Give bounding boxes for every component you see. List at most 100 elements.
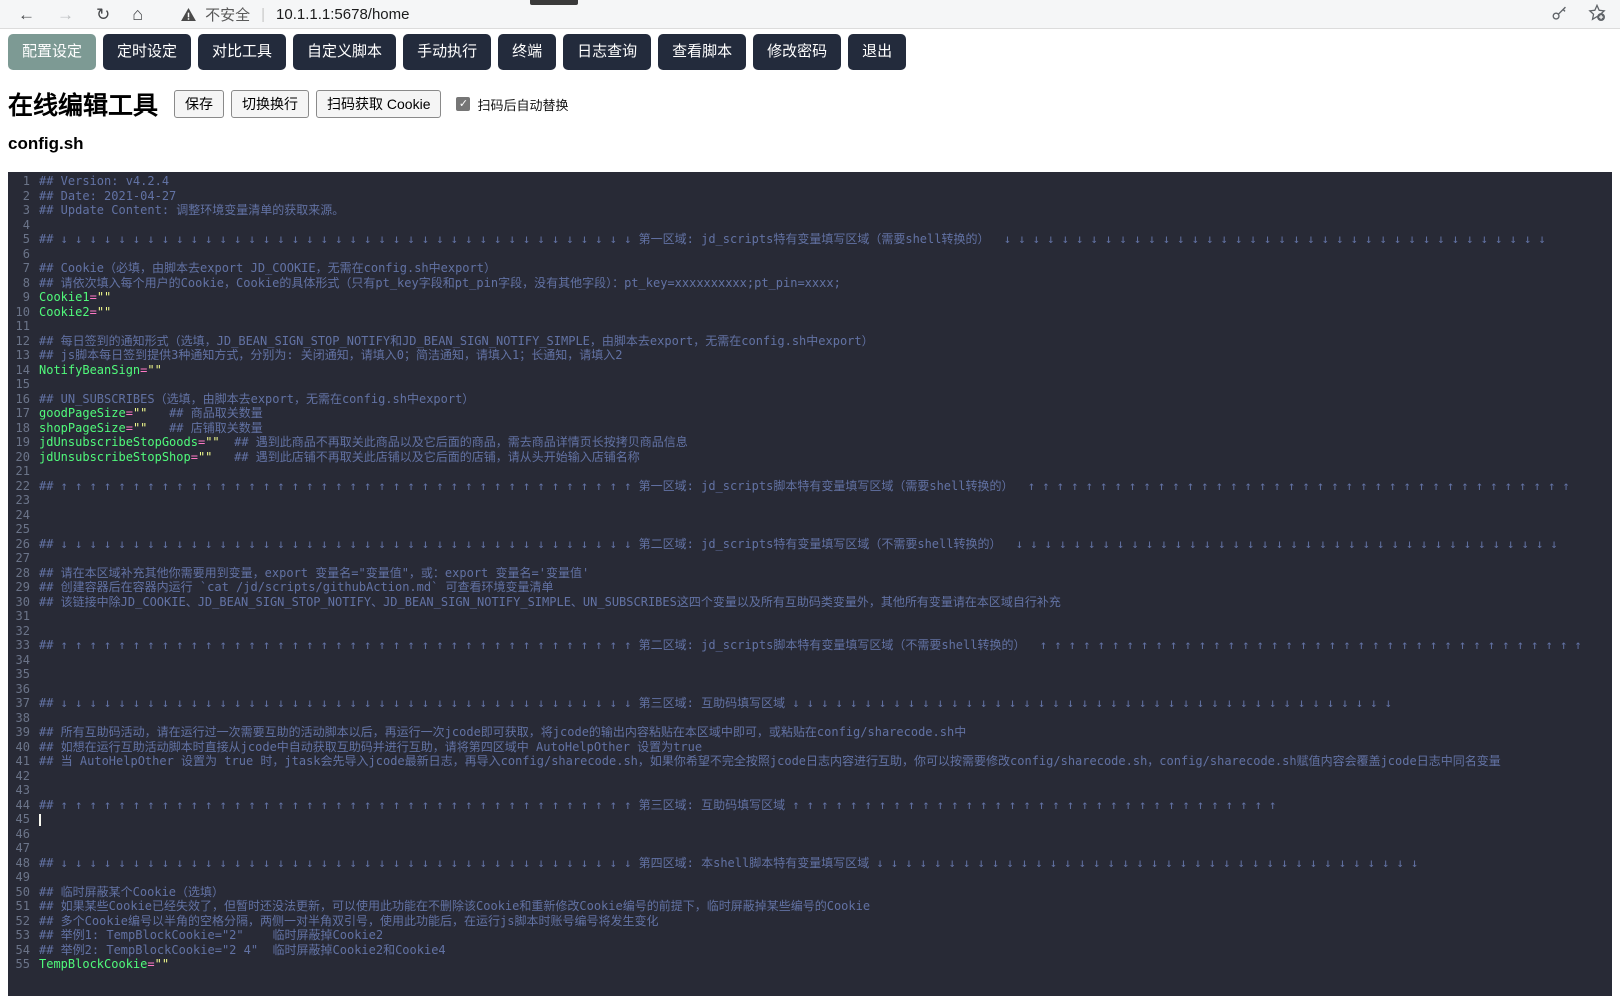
auto-replace-label: 扫码后自动替换 [477,95,568,114]
code-line[interactable]: 10Cookie2="" [8,305,1612,320]
code-line[interactable]: 31 [8,609,1612,624]
code-line[interactable]: 53## 举例1: TempBlockCookie="2" 临时屏蔽掉Cooki… [8,928,1612,943]
back-icon[interactable]: ← [18,6,35,23]
code-line[interactable]: 25 [8,522,1612,537]
browser-tab-remnant[interactable] [530,0,578,5]
code-line[interactable]: 54## 举例2: TempBlockCookie="2 4" 临时屏蔽掉Coo… [8,943,1612,958]
code-line[interactable]: 15 [8,377,1612,392]
code-line[interactable]: 26## ↓ ↓ ↓ ↓ ↓ ↓ ↓ ↓ ↓ ↓ ↓ ↓ ↓ ↓ ↓ ↓ ↓ ↓… [8,537,1612,552]
code-text: ## 该链接中除JD_COOKIE、JD_BEAN_SIGN_STOP_NOTI… [39,595,1061,610]
code-line[interactable]: 50## 临时屏蔽某个Cookie（选填） [8,885,1612,900]
line-number: 46 [8,827,39,842]
code-line[interactable]: 47 [8,841,1612,856]
code-line[interactable]: 19jdUnsubscribeStopGoods="" ## 遇到此商品不再取关… [8,435,1612,450]
address-divider: | [261,6,265,23]
line-number: 52 [8,914,39,929]
code-text: ## 当 AutoHelpOther 设置为 true 时，jtask会先导入j… [39,754,1501,769]
code-line[interactable]: 6 [8,247,1612,262]
code-line[interactable]: 43 [8,783,1612,798]
code-line[interactable]: 9Cookie1="" [8,290,1612,305]
code-line[interactable]: 11 [8,319,1612,334]
address-bar[interactable]: 不安全 | 10.1.1.1:5678/home [181,4,409,25]
nav-button-6[interactable]: 终端 [498,34,556,70]
code-line[interactable]: 40## 如想在运行互助活动脚本时直接从jcode中自动获取互助码并进行互助，请… [8,740,1612,755]
code-line[interactable]: 17goodPageSize="" ## 商品取关数量 [8,406,1612,421]
code-line[interactable]: 55TempBlockCookie="" [8,957,1612,972]
nav-button-9[interactable]: 修改密码 [753,34,841,70]
code-line[interactable]: 49 [8,870,1612,885]
code-line[interactable]: 34 [8,653,1612,668]
nav-button-4[interactable]: 自定义脚本 [293,34,396,70]
code-line[interactable]: 18shopPageSize="" ## 店铺取关数量 [8,421,1612,436]
code-line[interactable]: 35 [8,667,1612,682]
code-line[interactable]: 44## ↑ ↑ ↑ ↑ ↑ ↑ ↑ ↑ ↑ ↑ ↑ ↑ ↑ ↑ ↑ ↑ ↑ ↑… [8,798,1612,813]
code-line[interactable]: 4 [8,218,1612,233]
line-number: 29 [8,580,39,595]
code-line[interactable]: 37## ↓ ↓ ↓ ↓ ↓ ↓ ↓ ↓ ↓ ↓ ↓ ↓ ↓ ↓ ↓ ↓ ↓ ↓… [8,696,1612,711]
line-number: 51 [8,899,39,914]
warning-icon[interactable] [181,8,196,21]
favorites-add-icon[interactable] [1588,4,1606,22]
line-number: 47 [8,841,39,856]
nav-button-5[interactable]: 手动执行 [403,34,491,70]
code-line[interactable]: 29## 创建容器后在容器内运行 `cat /jd/scripts/github… [8,580,1612,595]
code-line[interactable]: 32 [8,624,1612,639]
code-line[interactable]: 24 [8,508,1612,523]
code-line[interactable]: 1## Version: v4.2.4 [8,174,1612,189]
line-number: 42 [8,769,39,784]
code-line[interactable]: 46 [8,827,1612,842]
line-number: 11 [8,319,39,334]
code-line[interactable]: 39## 所有互助码活动，请在运行过一次需要互助的活动脚本以后，再运行一次jco… [8,725,1612,740]
line-number: 32 [8,624,39,639]
home-icon[interactable]: ⌂ [132,5,143,23]
line-number: 3 [8,203,39,218]
password-key-icon[interactable] [1551,5,1568,22]
code-text: ## Update Content: 调整环境变量清单的获取来源。 [39,203,344,218]
code-text: ## UN_SUBSCRIBES（选填，由脚本去export，无需在config… [39,392,474,407]
nav-button-7[interactable]: 日志查询 [563,34,651,70]
code-line[interactable]: 16## UN_SUBSCRIBES（选填，由脚本去export，无需在conf… [8,392,1612,407]
code-line[interactable]: 45 [8,812,1612,827]
code-line[interactable]: 8## 请依次填入每个用户的Cookie，Cookie的具体形式（只有pt_ke… [8,276,1612,291]
code-text: ## 所有互助码活动，请在运行过一次需要互助的活动脚本以后，再运行一次jcode… [39,725,966,740]
code-line[interactable]: 22## ↑ ↑ ↑ ↑ ↑ ↑ ↑ ↑ ↑ ↑ ↑ ↑ ↑ ↑ ↑ ↑ ↑ ↑… [8,479,1612,494]
auto-replace-checkbox[interactable]: ✓ [456,97,470,111]
code-line[interactable]: 30## 该链接中除JD_COOKIE、JD_BEAN_SIGN_STOP_NO… [8,595,1612,610]
code-line[interactable]: 13## js脚本每日签到提供3种通知方式，分别为: 关闭通知，请填入0；简洁通… [8,348,1612,363]
code-line[interactable]: 7## Cookie（必填，由脚本去export JD_COOKIE，无需在co… [8,261,1612,276]
code-line[interactable]: 41## 当 AutoHelpOther 设置为 true 时，jtask会先导… [8,754,1612,769]
code-editor[interactable]: 1## Version: v4.2.42## Date: 2021-04-273… [8,172,1612,996]
code-line[interactable]: 5## ↓ ↓ ↓ ↓ ↓ ↓ ↓ ↓ ↓ ↓ ↓ ↓ ↓ ↓ ↓ ↓ ↓ ↓ … [8,232,1612,247]
code-line[interactable]: 33## ↑ ↑ ↑ ↑ ↑ ↑ ↑ ↑ ↑ ↑ ↑ ↑ ↑ ↑ ↑ ↑ ↑ ↑… [8,638,1612,653]
scan-cookie-button[interactable]: 扫码获取 Cookie [316,90,441,118]
code-line[interactable]: 27 [8,551,1612,566]
code-line[interactable]: 36 [8,682,1612,697]
code-line[interactable]: 12## 每日签到的通知形式（选填，JD_BEAN_SIGN_STOP_NOTI… [8,334,1612,349]
code-line[interactable]: 38 [8,711,1612,726]
line-number: 25 [8,522,39,537]
code-line[interactable]: 23 [8,493,1612,508]
code-line[interactable]: 48## ↓ ↓ ↓ ↓ ↓ ↓ ↓ ↓ ↓ ↓ ↓ ↓ ↓ ↓ ↓ ↓ ↓ ↓… [8,856,1612,871]
code-line[interactable]: 28## 请在本区域补充其他你需要用到变量，export 变量名="变量值"，或… [8,566,1612,581]
code-line[interactable]: 20jdUnsubscribeStopShop="" ## 遇到此店铺不再取关此… [8,450,1612,465]
code-line[interactable]: 21 [8,464,1612,479]
nav-button-10[interactable]: 退出 [848,34,906,70]
line-number: 21 [8,464,39,479]
nav-button-3[interactable]: 对比工具 [198,34,286,70]
nav-button-1[interactable]: 配置设定 [8,34,96,70]
line-number: 44 [8,798,39,813]
toggle-wrap-button[interactable]: 切换换行 [231,90,309,118]
reload-icon[interactable]: ↻ [96,6,110,23]
line-number: 1 [8,174,39,189]
code-line[interactable]: 14NotifyBeanSign="" [8,363,1612,378]
code-line[interactable]: 3## Update Content: 调整环境变量清单的获取来源。 [8,203,1612,218]
save-button[interactable]: 保存 [174,90,224,118]
code-line[interactable]: 42 [8,769,1612,784]
code-line[interactable]: 51## 如果某些Cookie已经失效了，但暂时还没法更新，可以使用此功能在不删… [8,899,1612,914]
code-line[interactable]: 2## Date: 2021-04-27 [8,189,1612,204]
code-text: ## Version: v4.2.4 [39,174,169,189]
nav-button-2[interactable]: 定时设定 [103,34,191,70]
code-line[interactable]: 52## 多个Cookie编号以半角的空格分隔，两侧一对半角双引号，使用此功能后… [8,914,1612,929]
browser-chrome: ← → ↻ ⌂ 不安全 | 10.1.1.1:5678/home [0,0,1620,29]
nav-button-8[interactable]: 查看脚本 [658,34,746,70]
